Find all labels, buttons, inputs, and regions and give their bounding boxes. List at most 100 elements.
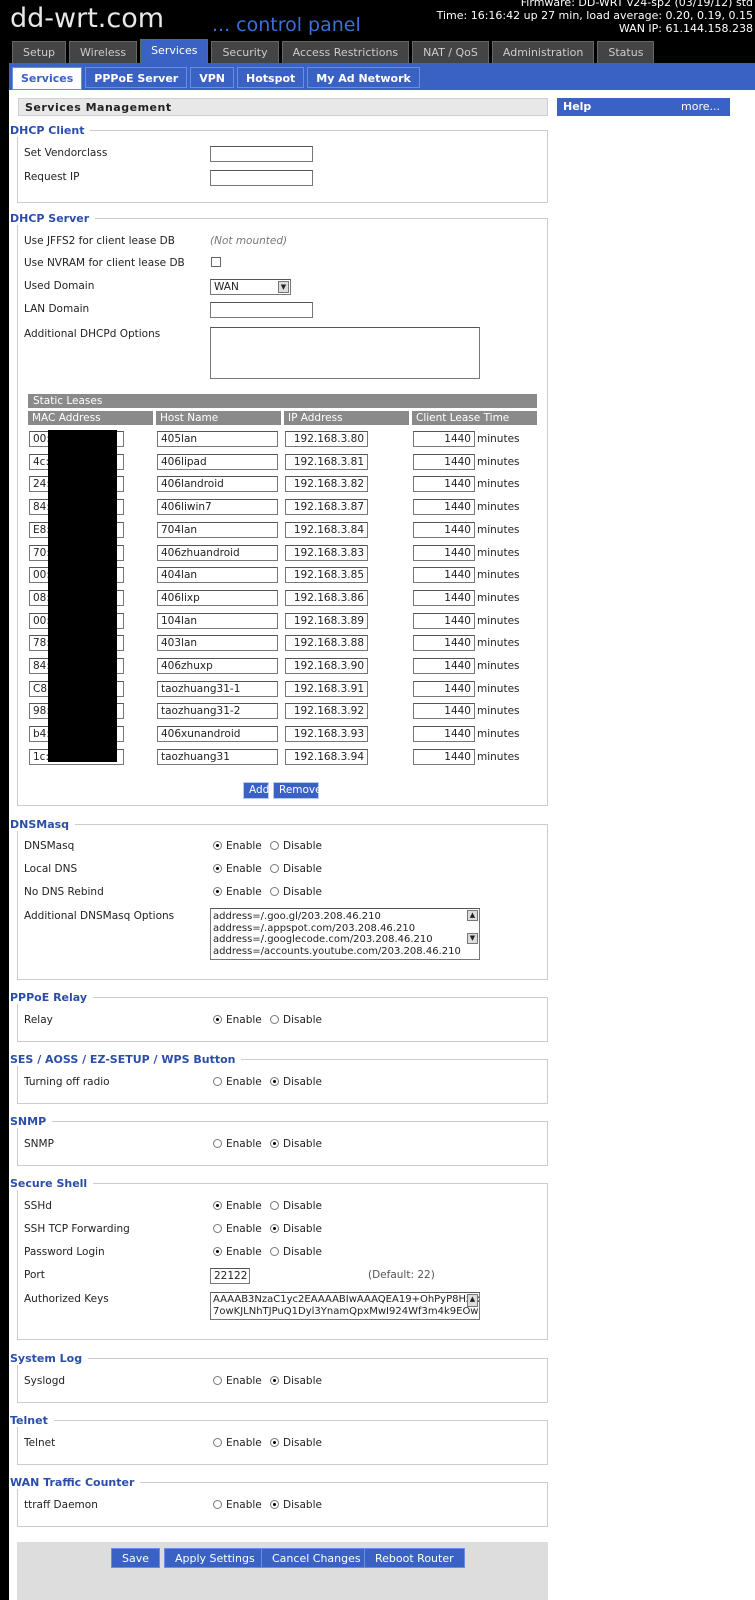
telnet-disable-radio[interactable] [270,1438,279,1447]
lease-hostname-input[interactable]: 104lan [157,612,278,629]
password-login-enable-radio[interactable] [213,1247,222,1256]
sshd-disable-radio[interactable] [270,1201,279,1210]
lease-ip-input[interactable]: 192.168.3.80 [285,431,368,447]
lease-hostname-input[interactable]: 405lan [157,431,278,447]
ttraff-enable-radio[interactable] [213,1500,222,1509]
syslogd-enable-radio[interactable] [213,1376,222,1385]
vendorclass-input[interactable] [210,146,313,162]
scroll-up-icon[interactable]: ▲ [467,910,478,921]
lease-hostname-input[interactable]: 704lan [157,521,278,538]
lease-ip-input[interactable]: 192.168.3.89 [285,612,368,629]
authorized-keys-textarea[interactable]: AAAAB3NzaC1yc2EAAAABIwAAAQEA19+OhPyP8Hzj… [210,1292,480,1320]
save-button[interactable]: Save [111,1548,161,1568]
remove-lease-button[interactable]: Remove [273,782,322,799]
telnet-enable-radio[interactable] [213,1438,222,1447]
lease-hostname-input[interactable]: 406liwin7 [157,499,278,516]
ses-disable-radio[interactable] [270,1077,279,1086]
lease-time-input[interactable]: 1440 [413,453,475,470]
lease-time-input[interactable]: 1440 [413,658,475,674]
lease-hostname-input[interactable]: 406lipad [157,453,278,470]
snmp-disable-radio[interactable] [270,1139,279,1148]
subtab-services[interactable]: Services [12,67,83,90]
lease-hostname-input[interactable]: taozhuang31-2 [157,703,278,720]
snmp-enable-radio[interactable] [213,1139,222,1148]
lease-time-input[interactable]: 1440 [413,703,475,720]
dnsmasq-disable-radio[interactable] [270,841,279,850]
sshd-enable-radio[interactable] [213,1201,222,1210]
tab-security[interactable]: Security [211,41,279,63]
reboot-router-button[interactable]: Reboot Router [364,1548,465,1568]
ssh-tcp-enable-radio[interactable] [213,1224,222,1233]
password-login-disable-radio[interactable] [270,1247,279,1256]
lease-ip-input[interactable]: 192.168.3.90 [285,658,368,674]
ttraff-disable-radio[interactable] [270,1500,279,1509]
lease-hostname-input[interactable]: 406lixp [157,589,278,606]
local-dns-disable-radio[interactable] [270,864,279,873]
lease-ip-input[interactable]: 192.168.3.93 [285,726,368,743]
relay-disable-radio[interactable] [270,1015,279,1024]
tab-services[interactable]: Services [140,39,209,63]
subtab-pppoe-server[interactable]: PPPoE Server [85,67,188,88]
lease-ip-input[interactable]: 192.168.3.82 [285,476,368,493]
tab-administration[interactable]: Administration [491,41,595,63]
relay-enable-radio[interactable] [213,1015,222,1024]
apply-settings-button[interactable]: Apply Settings [164,1548,266,1568]
lease-ip-input[interactable]: 192.168.3.86 [285,589,368,606]
ses-enable-radio[interactable] [213,1077,222,1086]
ssh-tcp-disable-radio[interactable] [270,1224,279,1233]
lease-hostname-input[interactable]: 404lan [157,567,278,584]
lease-ip-input[interactable]: 192.168.3.81 [285,453,368,470]
lease-hostname-input[interactable]: 406zhuandroid [157,544,278,561]
lease-ip-input[interactable]: 192.168.3.94 [285,748,368,765]
lease-time-input[interactable]: 1440 [413,431,475,447]
dnsmasq-options-textarea[interactable]: address=/.goo.gl/203.208.46.210 address=… [210,908,480,960]
lease-hostname-input[interactable]: taozhuang31-1 [157,680,278,697]
tab-status[interactable]: Status [597,41,655,63]
lease-hostname-input[interactable]: taozhuang31 [157,748,278,765]
lease-time-input[interactable]: 1440 [413,680,475,697]
chevron-down-icon[interactable]: ▼ [278,281,289,293]
lease-time-input[interactable]: 1440 [413,567,475,584]
dhcpd-options-textarea[interactable] [210,327,480,379]
no-dns-rebind-disable-radio[interactable] [270,887,279,896]
used-domain-select[interactable]: WAN ▼ [210,279,291,295]
help-more-link[interactable]: more... [681,100,720,113]
lease-time-input[interactable]: 1440 [413,544,475,561]
lease-ip-input[interactable]: 192.168.3.91 [285,680,368,697]
subtab-vpn[interactable]: VPN [190,67,235,88]
lease-time-input[interactable]: 1440 [413,726,475,743]
lease-hostname-input[interactable]: 406landroid [157,476,278,493]
lease-time-input[interactable]: 1440 [413,635,475,652]
tab-access-restrictions[interactable]: Access Restrictions [281,41,410,63]
request-ip-input[interactable] [210,170,313,186]
lease-ip-input[interactable]: 192.168.3.87 [285,499,368,516]
lease-hostname-input[interactable]: 406zhuxp [157,658,278,674]
lease-time-input[interactable]: 1440 [413,589,475,606]
lease-time-input[interactable]: 1440 [413,521,475,538]
lease-time-input[interactable]: 1440 [413,499,475,516]
keys-scroll-icon[interactable]: ▲ [467,1294,478,1307]
syslogd-disable-radio[interactable] [270,1376,279,1385]
lease-time-input[interactable]: 1440 [413,612,475,629]
lease-ip-input[interactable]: 192.168.3.83 [285,544,368,561]
subtab-my-ad-network[interactable]: My Ad Network [307,67,420,88]
nvram-checkbox[interactable] [211,257,221,267]
no-dns-rebind-enable-radio[interactable] [213,887,222,896]
tab-nat-qos[interactable]: NAT / QoS [412,41,489,63]
lease-ip-input[interactable]: 192.168.3.88 [285,635,368,652]
lease-time-input[interactable]: 1440 [413,476,475,493]
lease-hostname-input[interactable]: 403lan [157,635,278,652]
scroll-down-icon[interactable]: ▼ [467,933,478,944]
lan-domain-input[interactable] [210,302,313,318]
dnsmasq-enable-radio[interactable] [213,841,222,850]
local-dns-enable-radio[interactable] [213,864,222,873]
cancel-changes-button[interactable]: Cancel Changes [261,1548,372,1568]
lease-hostname-input[interactable]: 406xunandroid [157,726,278,743]
tab-wireless[interactable]: Wireless [69,41,138,63]
lease-time-input[interactable]: 1440 [413,748,475,765]
lease-ip-input[interactable]: 192.168.3.84 [285,521,368,538]
tab-setup[interactable]: Setup [12,41,67,63]
lease-ip-input[interactable]: 192.168.3.85 [285,567,368,584]
subtab-hotspot[interactable]: Hotspot [237,67,305,88]
add-lease-button[interactable]: Add [243,782,269,799]
